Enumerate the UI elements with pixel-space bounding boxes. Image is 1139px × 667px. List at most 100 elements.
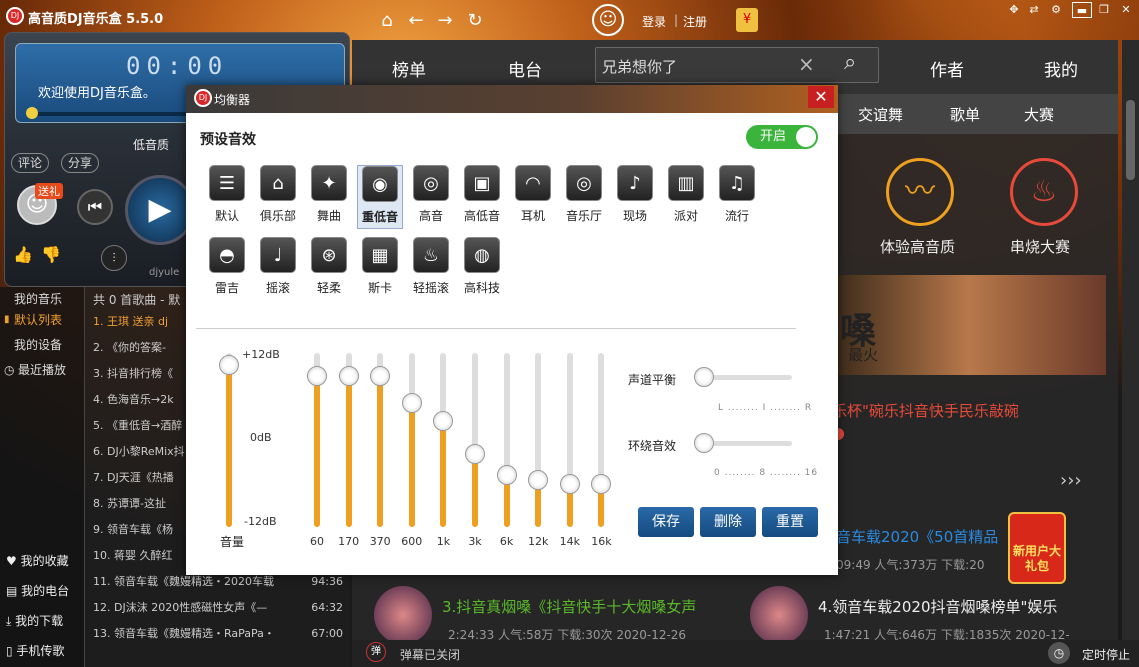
preset-beer[interactable]: ▥ 派对 <box>663 165 709 229</box>
slider-knob[interactable] <box>591 473 612 494</box>
back-arrow-icon[interactable]: ← <box>405 10 427 32</box>
preset-sliders[interactable]: ☰ 默认 <box>204 165 250 229</box>
minimize-icon[interactable]: ▬ <box>1072 2 1092 18</box>
comment-button[interactable]: 评论 <box>11 153 49 173</box>
sound-wave-icon[interactable]: 〰 <box>886 158 954 226</box>
slider-knob[interactable] <box>528 470 549 491</box>
table-row[interactable]: 12. DJ沫沫 2020性感磁性女声《— 64:32 <box>93 595 343 621</box>
equalizer-icon[interactable]: ⫶ <box>101 245 127 271</box>
user-avatar-icon[interactable]: ☺ <box>592 4 624 36</box>
eq-band-slider[interactable] <box>559 353 580 527</box>
login-link[interactable]: 登录 <box>642 13 666 30</box>
preset-guitar[interactable]: ♩ 摇滚 <box>255 237 301 301</box>
balance-knob[interactable] <box>694 367 714 387</box>
hot-news-title[interactable]: 乐杯"碗乐抖音快手民乐敲碗 <box>832 400 1019 421</box>
progress-knob[interactable] <box>26 107 38 119</box>
preset-headphones[interactable]: ◠ 耳机 <box>510 165 556 229</box>
timer-label[interactable]: 定时停止 <box>1082 646 1130 663</box>
sidebar-item-my-device[interactable]: 我的设备 <box>0 333 84 357</box>
share-button[interactable]: 分享 <box>61 153 99 173</box>
preset-mic-stand[interactable]: ♫ 流行 <box>714 165 760 229</box>
thumbs-up-icon[interactable]: 👍 <box>13 245 33 264</box>
search-box[interactable]: 兄弟想你了 × ⌕ <box>595 47 879 83</box>
tab-mine[interactable]: 我的 <box>1044 56 1078 81</box>
subtab-ballroom[interactable]: 交谊舞 <box>858 104 903 125</box>
surround-slider[interactable] <box>694 433 792 453</box>
register-link[interactable]: 注册 <box>683 13 707 30</box>
eq-band-slider[interactable] <box>307 353 327 527</box>
song-card-title[interactable]: 4.领音车载2020抖音烟嗓榜单"娱乐 <box>818 596 1057 617</box>
preset-speaker-box[interactable]: ▣ 高低音 <box>459 165 505 229</box>
refresh-icon[interactable]: ↻ <box>464 10 486 32</box>
preset-balloon[interactable]: ◍ 高科技 <box>459 237 505 301</box>
sidebar-item-radio[interactable]: ▤ 我的电台 <box>0 577 84 605</box>
eq-band-slider[interactable] <box>496 353 517 527</box>
slider-knob[interactable] <box>338 365 359 386</box>
preset-microphone[interactable]: ♪ 现场 <box>612 165 658 229</box>
eq-band-slider[interactable] <box>528 353 549 527</box>
save-button[interactable]: 保存 <box>638 507 694 537</box>
subtab-playlists[interactable]: 歌单 <box>950 104 980 125</box>
eq-band-slider[interactable] <box>338 353 359 527</box>
timer-icon[interactable]: ◷ <box>1048 642 1070 664</box>
scrollbar[interactable] <box>1122 40 1139 640</box>
sidebar-item-recent[interactable]: ◷ 最近播放 <box>0 358 84 382</box>
eq-band-slider[interactable] <box>465 353 485 527</box>
danmu-icon[interactable]: 弹 <box>366 642 386 662</box>
song-card-title[interactable]: 音车载2020《50首精品 <box>836 526 998 547</box>
eq-band-slider[interactable] <box>591 353 612 527</box>
gift-box-icon[interactable]: ¥ <box>736 8 758 32</box>
delete-button[interactable]: 删除 <box>700 507 756 537</box>
surround-knob[interactable] <box>694 433 714 453</box>
sidebar-item-phone-transfer[interactable]: ▯ 手机传歌 <box>0 637 84 665</box>
danmu-status[interactable]: 弹幕已关闭 <box>400 646 460 663</box>
preset-keyboard[interactable]: ▦ 斯卡 <box>357 237 403 301</box>
preset-cd[interactable]: ◎ 音乐厅 <box>561 165 607 229</box>
slider-knob[interactable] <box>465 443 485 464</box>
song-thumbnail[interactable] <box>750 586 808 644</box>
volume-slider[interactable] <box>219 353 239 527</box>
eq-titlebar[interactable]: DJ 均衡器 ✕ <box>186 85 838 113</box>
clear-icon[interactable]: × <box>798 52 815 76</box>
sidebar-item-downloads[interactable]: ⤓ 我的下载 <box>0 607 84 635</box>
feature-hq-label[interactable]: 体验高音质 <box>880 236 955 257</box>
song-thumbnail[interactable] <box>374 586 432 644</box>
tab-authors[interactable]: 作者 <box>930 56 964 81</box>
close-icon[interactable]: ✕ <box>1116 2 1136 18</box>
slider-knob[interactable] <box>370 365 391 386</box>
previous-icon[interactable]: ⏮ <box>77 189 113 225</box>
flame-icon[interactable]: ♨ <box>1010 158 1078 226</box>
gift-badge[interactable]: 送礼 <box>35 183 63 199</box>
tab-radio[interactable]: 电台 <box>508 56 542 81</box>
mini-mode-icon[interactable]: ⇄ <box>1024 2 1044 18</box>
preset-cap[interactable]: ◓ 雷吉 <box>204 237 250 301</box>
sidebar-item-default-list[interactable]: ▮ 默认列表 <box>0 308 84 332</box>
thumbs-down-icon[interactable]: 👎 <box>41 245 61 264</box>
forward-arrow-icon[interactable]: → <box>434 10 456 32</box>
restore-icon[interactable]: ❐ <box>1094 2 1114 18</box>
slider-knob[interactable] <box>433 410 454 431</box>
table-row[interactable]: 13. 领音车载《魏嫚精选・RaPaPa・ 67:00 <box>93 621 343 647</box>
song-card-title[interactable]: 3.抖音真烟嗓《抖音快手十大烟嗓女声 <box>442 596 696 617</box>
preset-house[interactable]: ⌂ 俱乐部 <box>255 165 301 229</box>
slider-knob[interactable] <box>219 355 239 376</box>
slider-knob[interactable] <box>496 464 517 485</box>
preset-speaker[interactable]: ◉ 重低音 <box>357 165 403 229</box>
skin-icon[interactable]: ✥ <box>1004 2 1024 18</box>
preset-fire[interactable]: ♨ 轻摇滚 <box>408 237 454 301</box>
slider-knob[interactable] <box>401 393 422 414</box>
eq-toggle[interactable]: 开启 <box>746 125 818 149</box>
scroll-thumb[interactable] <box>1126 100 1135 180</box>
new-user-gift[interactable]: 新用户大礼包 <box>1008 512 1066 584</box>
search-input[interactable]: 兄弟想你了 <box>602 56 677 77</box>
preset-dancer[interactable]: ✦ 舞曲 <box>306 165 352 229</box>
eq-band-slider[interactable] <box>370 353 391 527</box>
eq-band-slider[interactable] <box>433 353 454 527</box>
slider-knob[interactable] <box>307 365 327 386</box>
tab-charts[interactable]: 榜单 <box>392 56 426 81</box>
sidebar-item-favorites[interactable]: ♥ 我的收藏 <box>0 547 84 575</box>
subtab-contest[interactable]: 大赛 <box>1024 104 1054 125</box>
play-icon[interactable]: ▶ <box>125 175 195 245</box>
preset-disc[interactable]: ◎ 高音 <box>408 165 454 229</box>
quality-button[interactable]: 低音质 <box>121 135 181 155</box>
